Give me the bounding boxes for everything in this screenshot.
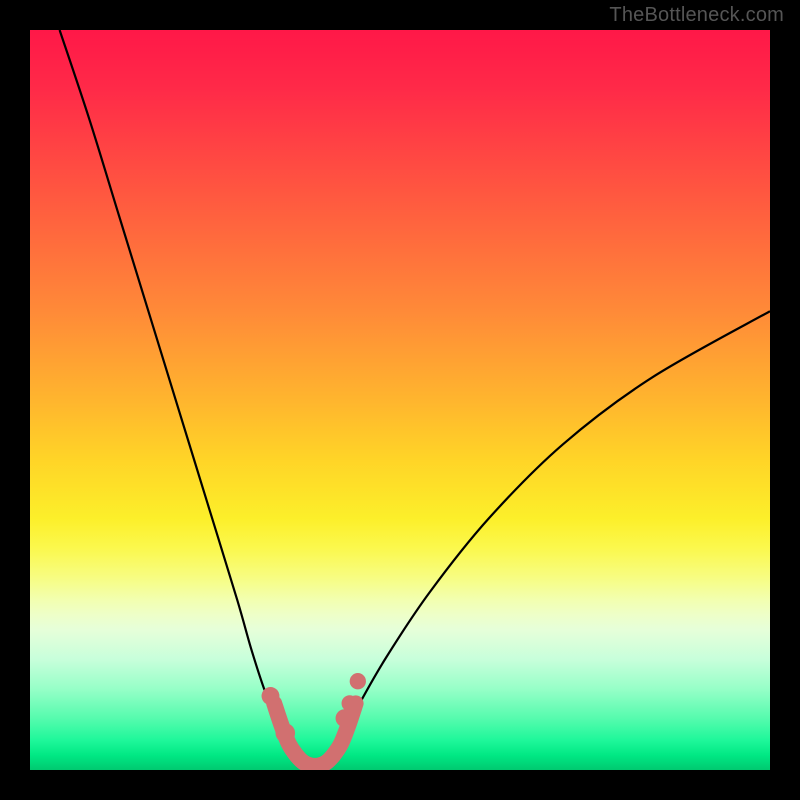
- chart-frame: TheBottleneck.com: [0, 0, 800, 800]
- chart-svg: [30, 30, 770, 770]
- plot-area: [30, 30, 770, 770]
- watermark-text: TheBottleneck.com: [609, 4, 784, 27]
- right-curve: [311, 311, 770, 766]
- left-curve: [60, 30, 312, 766]
